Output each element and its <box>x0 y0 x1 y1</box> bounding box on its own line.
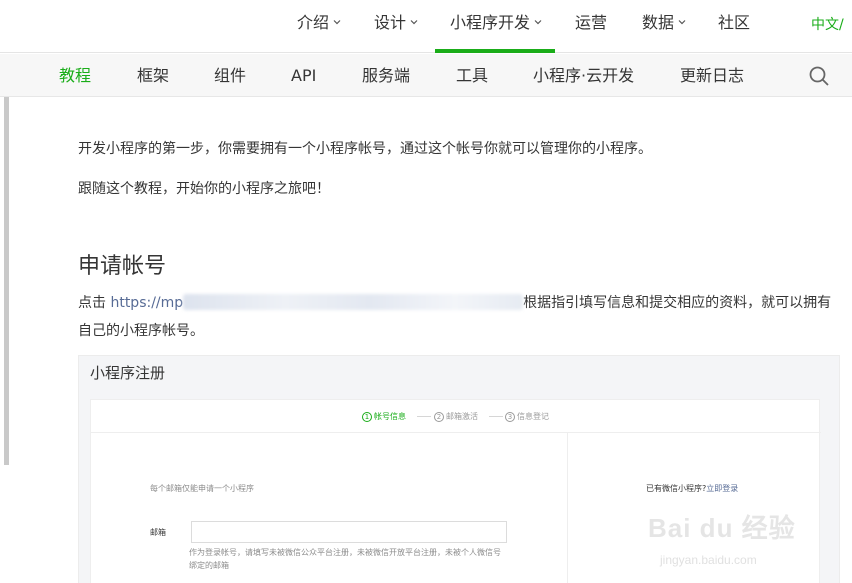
step-number: 2 <box>434 411 444 422</box>
has-wechat-text: 已有微信小程序? <box>646 484 707 493</box>
step-indicator: 1 帐号信息 2 邮箱激活 3 信息登记 <box>91 400 821 433</box>
nav-operations[interactable]: 运营 <box>575 0 607 53</box>
nav-data[interactable]: 数据 <box>642 0 687 53</box>
scrollbar[interactable] <box>4 97 9 465</box>
subnav-changelog[interactable]: 更新日志 <box>680 54 744 97</box>
existing-account-prompt: 已有微信小程序?立即登录 <box>646 483 738 494</box>
baidu-jingyan-watermark: Bai du 经验 jingyan.baidu.com <box>648 508 808 578</box>
email-help-line-1: 作为登录帐号，请填写未被微信公众平台注册，未被微信开放平台注册，未被个人微信号 <box>189 548 501 557</box>
email-label: 邮箱 <box>150 528 166 537</box>
blurred-url <box>183 293 524 310</box>
step-label: 邮箱激活 <box>446 412 478 421</box>
step-number: 3 <box>505 411 515 422</box>
watermark-url: jingyan.baidu.com <box>660 553 757 567</box>
step-connector <box>489 416 503 417</box>
intro-paragraph-1: 开发小程序的第一步，你需要拥有一个小程序帐号，通过这个帐号你就可以管理你的小程序… <box>78 141 652 157</box>
step-number: 1 <box>362 411 372 422</box>
apply-paragraph-line-2: 自己的小程序帐号。 <box>78 323 204 339</box>
language-switch[interactable]: 中文/ <box>811 14 844 34</box>
active-tab-indicator <box>435 49 555 53</box>
nav-community-label: 社区 <box>718 13 751 32</box>
nav-design[interactable]: 设计 <box>374 0 419 53</box>
nav-intro[interactable]: 介绍 <box>297 0 342 53</box>
after-link-text: 根据指引填写信息和提交相应的资料，就可以拥有 <box>523 295 832 311</box>
column-divider <box>567 433 568 583</box>
top-navigation: 介绍 设计 小程序开发 运营 数据 社区 中文/ <box>0 0 852 53</box>
step-email-activation: 2 邮箱激活 <box>434 411 478 422</box>
chevron-down-icon <box>409 17 419 27</box>
subnav-api[interactable]: API <box>291 54 316 97</box>
step-account-info: 1 帐号信息 <box>362 411 406 422</box>
step-label: 信息登记 <box>517 412 549 421</box>
apply-paragraph: 点击 https://mp 根据指引填写信息和提交相应的资料，就可以拥有 <box>78 292 831 312</box>
click-prefix: 点击 <box>78 295 111 311</box>
watermark-brand: Bai du 经验 <box>648 513 796 543</box>
nav-operations-label: 运营 <box>575 13 608 32</box>
section-title: 申请帐号 <box>78 254 167 279</box>
email-field[interactable] <box>191 521 507 543</box>
nav-intro-label: 介绍 <box>297 13 330 32</box>
login-now-link[interactable]: 立即登录 <box>706 484 738 493</box>
one-email-hint: 每个邮箱仅能申请一个小程序 <box>150 484 254 493</box>
step-label: 帐号信息 <box>374 412 406 421</box>
chevron-down-icon <box>332 17 342 27</box>
intro-paragraph-2: 跟随这个教程，开始你的小程序之旅吧！ <box>78 181 330 197</box>
email-help-line-2: 绑定的邮箱 <box>189 561 229 570</box>
subnav-server[interactable]: 服务端 <box>362 54 410 97</box>
nav-miniprogram-dev-label: 小程序开发 <box>450 13 531 32</box>
subnav-components[interactable]: 组件 <box>214 54 246 97</box>
panel-title: 小程序注册 <box>90 364 166 382</box>
subnav-framework[interactable]: 框架 <box>137 54 169 97</box>
subnav-cloud-dev[interactable]: 小程序·云开发 <box>533 54 634 97</box>
subnav-tools[interactable]: 工具 <box>456 54 488 97</box>
register-link[interactable]: https://mp <box>110 293 524 311</box>
nav-data-label: 数据 <box>642 13 675 32</box>
search-icon[interactable] <box>808 65 830 87</box>
chevron-down-icon <box>533 17 543 27</box>
chevron-down-icon <box>677 17 687 27</box>
nav-community[interactable]: 社区 <box>718 0 750 53</box>
subnav-tutorial[interactable]: 教程 <box>59 54 91 97</box>
register-link-text: https://mp <box>110 295 184 311</box>
sub-navigation: 教程 框架 组件 API 服务端 工具 小程序·云开发 更新日志 <box>0 54 852 97</box>
nav-miniprogram-dev[interactable]: 小程序开发 <box>450 0 543 53</box>
nav-design-label: 设计 <box>374 13 407 32</box>
step-connector <box>417 416 431 417</box>
step-info-registration: 3 信息登记 <box>505 411 549 422</box>
